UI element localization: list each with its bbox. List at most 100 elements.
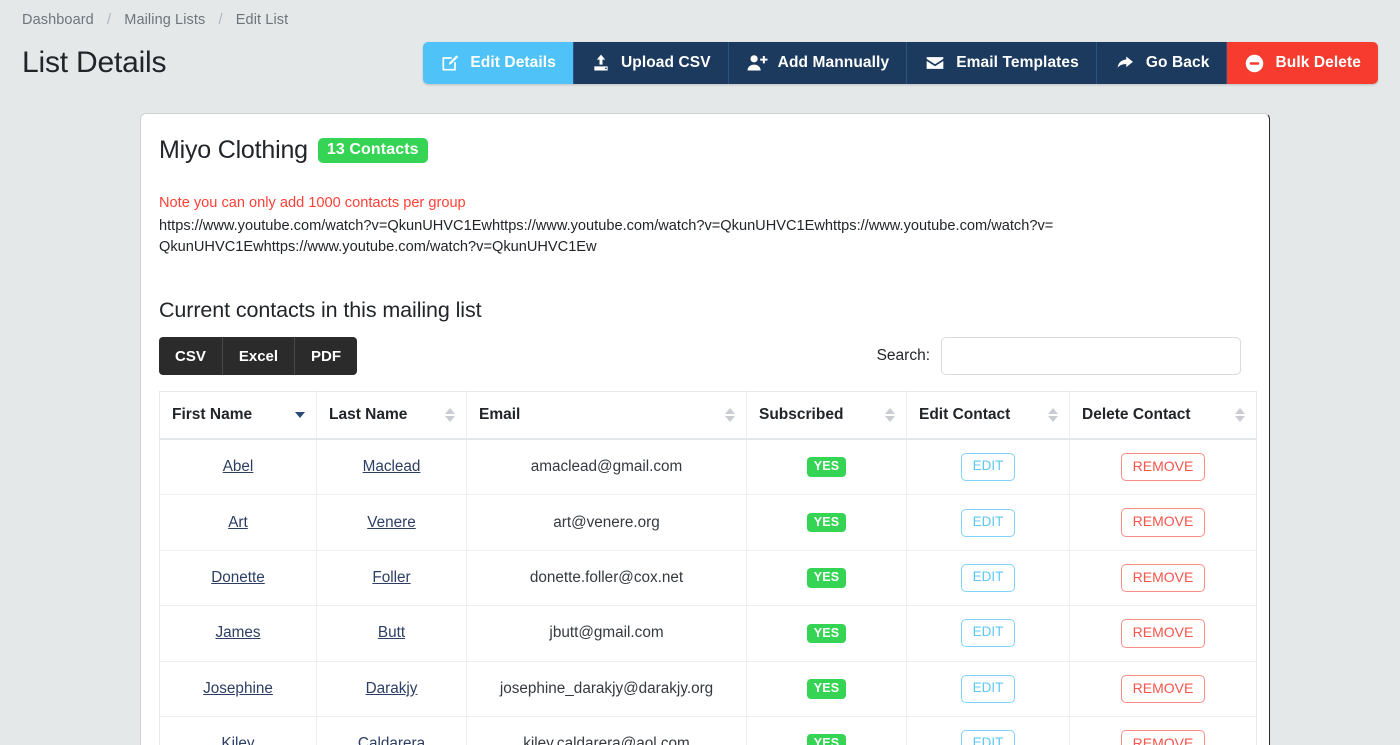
contacts-section-title: Current contacts in this mailing list: [159, 298, 482, 322]
list-details-card: Miyo Clothing 13 Contacts Note you can o…: [140, 113, 1270, 745]
cell-delete-contact: REMOVE: [1069, 439, 1257, 496]
sort-neutral-icon[interactable]: [885, 408, 895, 422]
column-header-last-name[interactable]: Last Name: [316, 391, 467, 440]
cell-edit-contact: EDIT: [906, 550, 1070, 607]
cell-last-name: Butt: [316, 605, 467, 662]
table-controls: CSV Excel PDF Search:: [159, 337, 1251, 375]
column-header-edit-contact[interactable]: Edit Contact: [906, 391, 1070, 440]
edit-contact-button[interactable]: EDIT: [960, 674, 1016, 703]
remove-contact-button[interactable]: REMOVE: [1120, 453, 1206, 482]
cell-edit-contact: EDIT: [906, 605, 1070, 662]
go-back-label: Go Back: [1145, 54, 1210, 71]
cell-edit-contact: EDIT: [906, 716, 1070, 745]
cell-email: amaclead@gmail.com: [466, 439, 747, 496]
add-manually-label: Add Mannually: [777, 54, 890, 71]
contacts-table: First Name Last Name Email Subscribed Ed…: [159, 391, 1257, 745]
bulk-delete-button[interactable]: Bulk Delete: [1227, 42, 1378, 84]
table-row: Josephine Darakjy josephine_darakjy@darakj…: [159, 661, 1257, 717]
column-label: Subscribed: [759, 406, 844, 423]
first-name-link[interactable]: Art: [228, 514, 248, 531]
edit-contact-button[interactable]: EDIT: [960, 508, 1016, 537]
cell-first-name: James: [159, 605, 317, 662]
export-csv-button[interactable]: CSV: [159, 337, 223, 375]
cell-subscribed: YES: [746, 439, 907, 496]
column-label: Email: [479, 406, 521, 423]
email-templates-label: Email Templates: [956, 54, 1079, 71]
remove-contact-button[interactable]: REMOVE: [1120, 619, 1206, 648]
edit-details-label: Edit Details: [470, 54, 556, 71]
arrow-forward-icon: [1114, 53, 1136, 73]
sort-neutral-icon[interactable]: [1235, 408, 1245, 422]
first-name-link[interactable]: Kiley: [221, 735, 254, 745]
cell-subscribed: YES: [746, 716, 907, 745]
cell-delete-contact: REMOVE: [1069, 605, 1257, 662]
subscribed-badge: YES: [806, 512, 847, 533]
note-url-text: https://www.youtube.com/watch?v=QkunUHVC…: [159, 218, 1054, 255]
export-button-group: CSV Excel PDF: [159, 337, 358, 375]
first-name-link[interactable]: Abel: [223, 458, 254, 475]
cell-first-name: Donette: [159, 550, 317, 607]
remove-contact-button[interactable]: REMOVE: [1120, 729, 1206, 745]
table-header-row: First Name Last Name Email Subscribed Ed…: [159, 391, 1257, 440]
cell-first-name: Abel: [159, 439, 317, 496]
remove-contact-button[interactable]: REMOVE: [1120, 508, 1206, 537]
go-back-button[interactable]: Go Back: [1096, 42, 1228, 84]
cell-email: donette.foller@cox.net: [466, 550, 747, 607]
edit-contact-button[interactable]: EDIT: [960, 564, 1016, 592]
column-label: First Name: [172, 406, 253, 423]
remove-contact-button[interactable]: REMOVE: [1120, 674, 1206, 703]
column-header-email[interactable]: Email: [466, 391, 747, 440]
column-label: Delete Contact: [1082, 406, 1191, 423]
add-manually-button[interactable]: Add Mannually: [728, 42, 908, 84]
sort-neutral-icon[interactable]: [1048, 408, 1058, 422]
edit-contact-button[interactable]: EDIT: [960, 619, 1016, 648]
table-row: Abel Maclead amaclead@gmail.com YES EDIT REMO…: [159, 439, 1257, 496]
edit-details-button[interactable]: Edit Details: [423, 42, 574, 84]
breadcrumb-item-mailing-lists[interactable]: Mailing Lists: [124, 12, 205, 28]
last-name-link[interactable]: Butt: [378, 624, 405, 641]
column-header-delete-contact[interactable]: Delete Contact: [1069, 391, 1257, 440]
first-name-link[interactable]: James: [215, 624, 260, 641]
last-name-link[interactable]: Foller: [372, 569, 410, 586]
cell-email: kiley.caldarera@aol.com: [466, 716, 747, 745]
breadcrumb-item-dashboard[interactable]: Dashboard: [22, 12, 94, 28]
first-name-link[interactable]: Josephine: [203, 680, 273, 697]
cell-first-name: Kiley: [159, 716, 317, 745]
export-excel-button[interactable]: Excel: [222, 337, 296, 375]
column-label: Last Name: [329, 406, 408, 423]
table-row: James Butt jbutt@gmail.com YES EDIT REMOVE: [159, 605, 1257, 662]
last-name-link[interactable]: Maclead: [363, 458, 421, 475]
list-name: Miyo Clothing: [159, 136, 308, 164]
search-input[interactable]: [941, 337, 1241, 375]
upload-csv-button[interactable]: Upload CSV: [573, 42, 729, 84]
cell-delete-contact: REMOVE: [1069, 550, 1257, 607]
sort-neutral-icon[interactable]: [445, 408, 455, 422]
email-templates-button[interactable]: Email Templates: [907, 42, 1097, 84]
last-name-link[interactable]: Venere: [367, 514, 415, 531]
cell-subscribed: YES: [746, 550, 907, 607]
subscribed-badge: YES: [806, 734, 847, 745]
edit-contact-button[interactable]: EDIT: [960, 453, 1016, 482]
search-area: Search:: [877, 337, 1241, 375]
column-label: Edit Contact: [919, 406, 1011, 423]
cell-delete-contact: REMOVE: [1069, 661, 1257, 717]
user-plus-icon: [746, 53, 768, 73]
column-header-first-name[interactable]: First Name: [159, 391, 317, 440]
cell-subscribed: YES: [746, 661, 907, 717]
envelope-icon: [924, 53, 946, 73]
column-header-subscribed[interactable]: Subscribed: [746, 391, 907, 440]
action-toolbar: Edit Details Upload CSV Add Mannually Em…: [423, 42, 1378, 84]
first-name-link[interactable]: Donette: [211, 569, 265, 586]
cell-last-name: Caldarera: [316, 716, 467, 745]
cell-edit-contact: EDIT: [906, 439, 1070, 496]
last-name-link[interactable]: Darakjy: [366, 680, 418, 697]
last-name-link[interactable]: Caldarera: [358, 735, 425, 745]
contacts-count-badge: 13 Contacts: [317, 138, 428, 163]
export-pdf-button[interactable]: PDF: [295, 337, 358, 375]
search-label: Search:: [876, 347, 930, 364]
sort-neutral-icon[interactable]: [725, 408, 735, 422]
cell-first-name: Art: [159, 494, 317, 551]
sort-ascending-icon[interactable]: [295, 412, 305, 418]
edit-contact-button[interactable]: EDIT: [960, 730, 1016, 745]
remove-contact-button[interactable]: REMOVE: [1120, 563, 1206, 593]
